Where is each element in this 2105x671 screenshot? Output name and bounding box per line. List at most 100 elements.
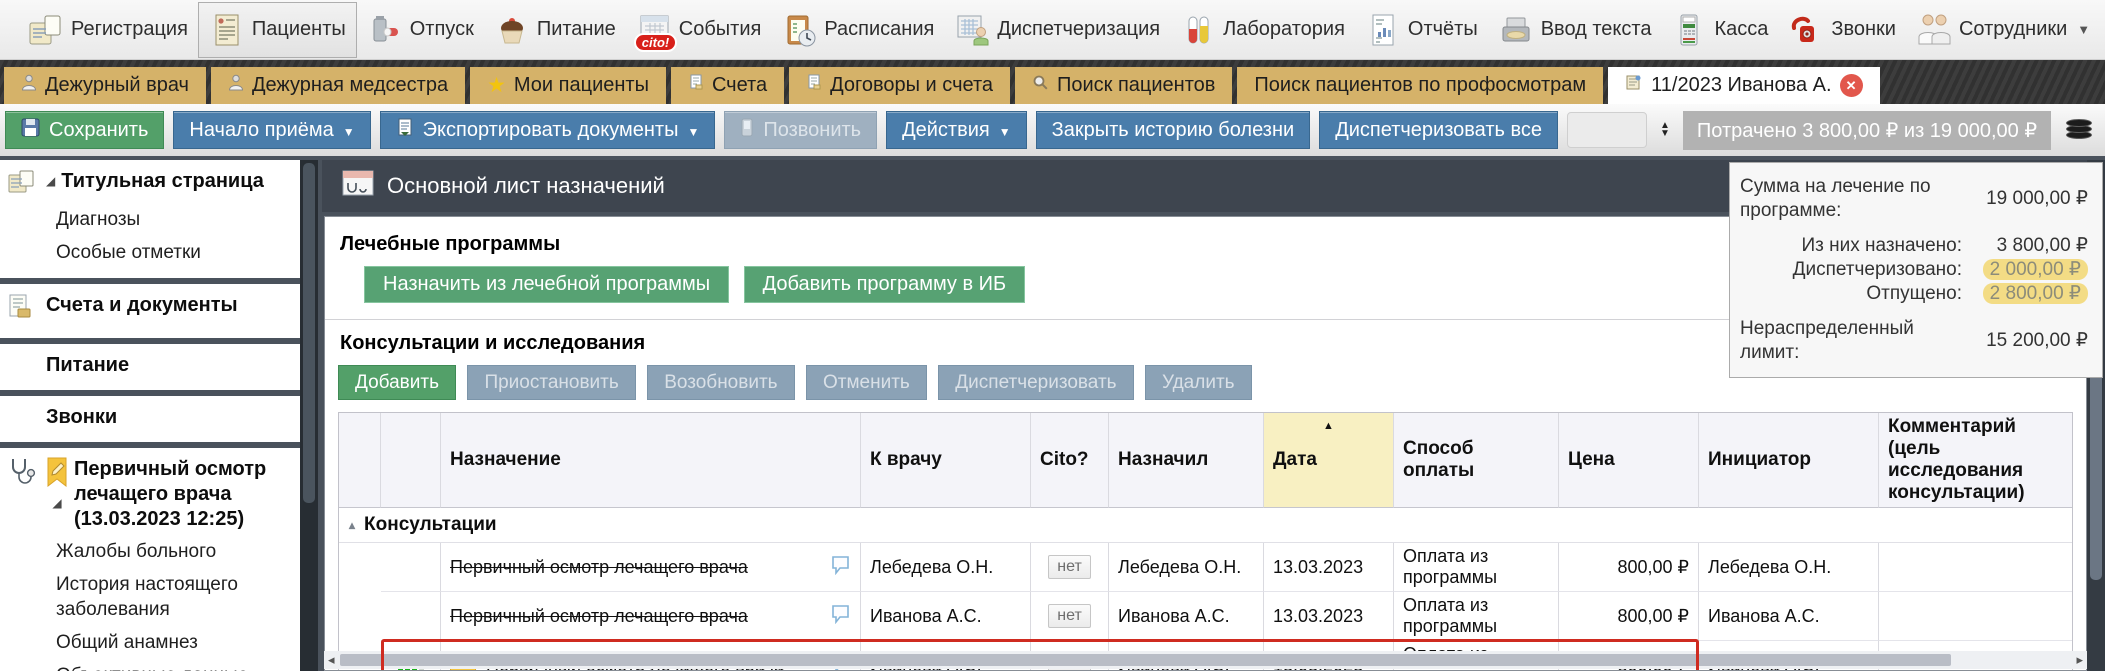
ribbon-item-staff[interactable]: Сотрудники [1906, 2, 2077, 58]
sidebar-section-primary-exam: ◢ Первичный осмотр лечащего врача (13.03… [0, 448, 300, 671]
to-doctor-cell: Иванова А.С. [861, 592, 1031, 641]
tab-my-patients[interactable]: ★ Мои пациенты [470, 67, 666, 104]
save-button[interactable]: Сохранить [5, 111, 164, 149]
tab-contracts[interactable]: Договоры и счета [789, 67, 1010, 104]
comment-bubble-icon[interactable] [830, 554, 851, 580]
sidebar-item-invoices-docs[interactable]: Счета и документы [4, 290, 296, 329]
group-header-consultations[interactable]: ▴ Консультации [339, 508, 2072, 543]
sidebar-item-calls[interactable]: Звонки [4, 402, 296, 433]
column-header-comment[interactable]: Комментарий (цель исследования консульта… [1879, 413, 2072, 508]
content-horizontal-scrollbar[interactable]: ◂ ▸ [324, 651, 2087, 669]
ribbon-item-patients[interactable]: Пациенты [198, 2, 357, 58]
sidebar-item-diagnoses[interactable]: Диагнозы [4, 203, 296, 236]
start-visit-label: Начало приёма [189, 119, 333, 142]
table-row[interactable]: Первичный осмотр лечащего врача Лебедева… [339, 543, 2072, 592]
sidebar-item-special-marks[interactable]: Особые отметки [4, 236, 296, 269]
tab-label: Дежурный врач [45, 74, 189, 97]
chevron-down-icon: ▼ [687, 125, 699, 139]
toolbar-overflow-icon[interactable]: ▲ ▼ [1660, 122, 1670, 138]
date-cell: 13.03.2023 [1264, 543, 1394, 592]
dispatch-button[interactable]: Диспетчеризовать [938, 365, 1133, 400]
assign-from-program-button[interactable]: Назначить из лечебной программы [364, 266, 729, 303]
tab-profexam-search[interactable]: Поиск пациентов по профосмотрам [1237, 67, 1603, 104]
export-doc-icon [396, 118, 414, 143]
call-button[interactable]: Позвонить [724, 111, 877, 149]
bookmark-pencil-icon [46, 457, 68, 492]
column-header-date[interactable]: ▲ Дата [1264, 413, 1394, 508]
dispatch-all-button[interactable]: Диспетчеризовать все [1319, 111, 1558, 149]
ribbon-item-lab[interactable]: Лаборатория [1170, 2, 1355, 58]
cancel-button[interactable]: Отменить [806, 365, 927, 400]
expand-triangle-icon[interactable]: ◢ [46, 174, 55, 188]
scroll-left-icon[interactable]: ◂ [328, 652, 335, 668]
delete-button[interactable]: Удалить [1145, 365, 1252, 400]
tab-invoices[interactable]: Счета [671, 67, 784, 104]
tab-duty-nurse[interactable]: Дежурная медсестра [211, 67, 465, 104]
group-expand-icon[interactable]: ▴ [349, 518, 355, 532]
chevron-down-icon: ▼ [999, 125, 1011, 139]
sidebar-item-food[interactable]: Питание [4, 350, 296, 381]
ribbon-overflow-icon[interactable]: ▼ [2077, 22, 2090, 37]
comment-bubble-icon[interactable] [830, 603, 851, 629]
expand-triangle-icon[interactable]: ◢ [52, 496, 61, 510]
sidebar-item-complaints[interactable]: Жалобы больного [4, 535, 296, 568]
sidebar-item-primary-exam[interactable]: ◢ Первичный осмотр лечащего врача (13.03… [4, 454, 296, 535]
tab-close-icon[interactable]: ✕ [1840, 74, 1863, 97]
food-icon [494, 12, 530, 48]
column-header-price[interactable]: Цена [1559, 413, 1699, 508]
cito-cell: нет [1031, 543, 1109, 592]
start-visit-button[interactable]: Начало приёма ▼ [173, 111, 370, 149]
ribbon-item-schedules[interactable]: Расписания [771, 2, 944, 58]
phone-icon [740, 118, 754, 143]
column-header-initiator[interactable]: Инициатор [1699, 413, 1879, 508]
cito-cell: нет [1031, 592, 1109, 641]
close-history-label: Закрыть историю болезни [1052, 119, 1295, 142]
events-icon: cito! [636, 12, 672, 48]
sidebar-scrollbar-thumb[interactable] [303, 163, 315, 503]
summary-value: 3 800,00 ₽ [1970, 234, 2088, 258]
ribbon-item-events[interactable]: cito! События [626, 2, 772, 58]
table-row[interactable]: Первичный осмотр лечащего врача Иванова … [339, 592, 2072, 641]
column-header-payment[interactable]: Способ оплаты [1394, 413, 1559, 508]
ribbon-item-calls[interactable]: Звонки [1778, 2, 1906, 58]
add-program-button[interactable]: Добавить программу в ИБ [744, 266, 1026, 303]
column-header-cito[interactable]: Cito? [1031, 413, 1109, 508]
ribbon-item-vacation[interactable]: Отпуск [357, 2, 484, 58]
tab-patient-search[interactable]: Поиск пациентов [1015, 67, 1232, 104]
add-button[interactable]: Добавить [338, 365, 456, 400]
column-header-to-doctor[interactable]: К врачу [861, 413, 1031, 508]
scroll-right-icon[interactable]: ▸ [2076, 652, 2083, 668]
actions-button[interactable]: Действия ▼ [886, 111, 1027, 149]
content-hscroll-thumb[interactable] [340, 654, 1952, 666]
sidebar-item-objective-data[interactable]: Объективные данные [4, 659, 296, 671]
ribbon-item-cashdesk[interactable]: Касса [1661, 2, 1778, 58]
ribbon-item-reports[interactable]: Отчёты [1355, 2, 1488, 58]
tab-duty-doctor[interactable]: Дежурный врач [4, 67, 206, 104]
ribbon-item-text-input[interactable]: Ввод текста [1488, 2, 1662, 58]
column-header-assignment[interactable]: Назначение [441, 413, 861, 508]
vacation-icon [367, 12, 403, 48]
tab-case-ivanova[interactable]: 11/2023 Иванова А. ✕ [1608, 67, 1879, 104]
pause-button[interactable]: Приостановить [467, 365, 635, 400]
ribbon-item-food[interactable]: Питание [484, 2, 626, 58]
sidebar-item-disease-history[interactable]: История настоящего заболевания [4, 568, 296, 626]
resume-button[interactable]: Возобновить [647, 365, 794, 400]
cito-badge: cito! [634, 33, 677, 52]
sort-ascending-icon: ▲ [1323, 415, 1334, 437]
ribbon-item-registration[interactable]: Регистрация [18, 2, 198, 58]
export-docs-button[interactable]: Экспортировать документы ▼ [380, 111, 716, 149]
ribbon-item-dispatch[interactable]: Диспетчеризация [944, 2, 1170, 58]
assigned-by-cell: Иванова А.С. [1109, 592, 1264, 641]
summary-value: 15 200,00 ₽ [1970, 329, 2088, 353]
ribbon-item-label: Звонки [1831, 18, 1896, 41]
patients-icon [209, 12, 245, 48]
close-history-button[interactable]: Закрыть историю болезни [1036, 111, 1311, 149]
to-doctor-cell: Лебедева О.Н. [861, 543, 1031, 592]
sidebar-scrollbar[interactable] [300, 160, 318, 671]
sidebar-item-title-page[interactable]: ◢ Титульная страница [4, 166, 296, 203]
tab-label: Дежурная медсестра [252, 74, 448, 97]
column-header-assigned-by[interactable]: Назначил [1109, 413, 1264, 508]
sidebar-item-general-anamnesis[interactable]: Общий анамнез [4, 626, 296, 659]
ribbon-toolbar: Регистрация Пациенты Отпуск Питание cito… [0, 0, 2105, 60]
assigned-by-cell: Лебедева О.Н. [1109, 543, 1264, 592]
